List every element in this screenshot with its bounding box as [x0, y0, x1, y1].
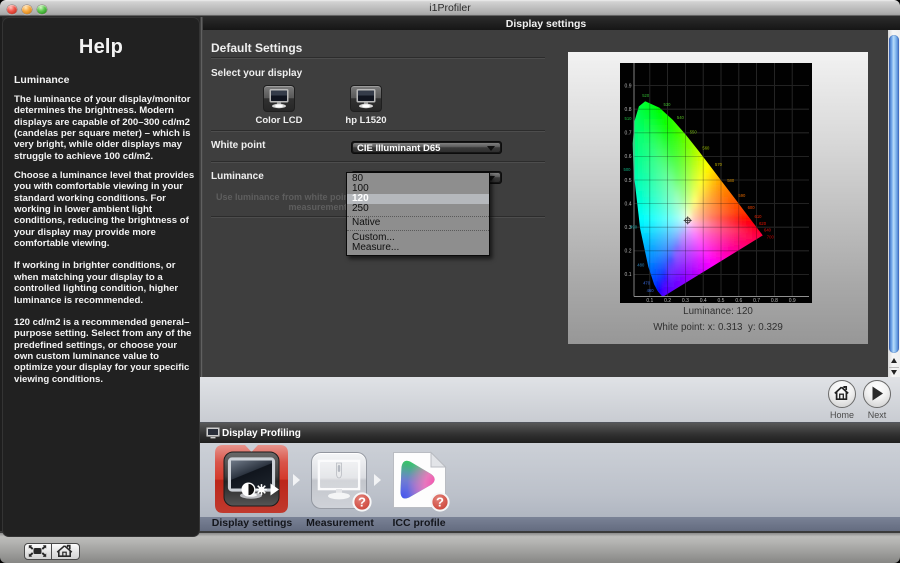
svg-text:0.7: 0.7: [753, 298, 760, 303]
svg-text:580: 580: [727, 178, 735, 183]
svg-text:0.6: 0.6: [625, 154, 632, 160]
svg-text:700: 700: [767, 234, 775, 239]
svg-text:?: ?: [436, 495, 444, 510]
svg-text:0.3: 0.3: [682, 298, 689, 303]
svg-text:520: 520: [642, 93, 650, 98]
svg-text:0.2: 0.2: [625, 249, 632, 255]
svg-text:0.9: 0.9: [789, 298, 796, 303]
svg-text:600: 600: [748, 205, 756, 210]
svg-text:490: 490: [630, 224, 638, 229]
svg-text:0.4: 0.4: [625, 201, 632, 207]
svg-text:0.6: 0.6: [735, 298, 742, 303]
svg-text:470: 470: [643, 280, 651, 285]
svg-text:510: 510: [625, 116, 633, 121]
svg-text:0.8: 0.8: [625, 107, 632, 113]
svg-text:0.4: 0.4: [700, 298, 707, 303]
svg-text:0.5: 0.5: [625, 178, 632, 184]
svg-text:460: 460: [647, 288, 655, 293]
svg-text:0.7: 0.7: [625, 131, 632, 137]
svg-text:570: 570: [715, 162, 723, 167]
svg-text:560: 560: [702, 146, 710, 151]
svg-text:480: 480: [637, 263, 645, 268]
svg-text:0.1: 0.1: [625, 272, 632, 278]
svg-text:540: 540: [677, 115, 685, 120]
svg-text:0.2: 0.2: [664, 298, 671, 303]
svg-text:610: 610: [755, 214, 763, 219]
svg-text:?: ?: [358, 495, 366, 510]
svg-text:0.1: 0.1: [646, 298, 653, 303]
svg-text:0.9: 0.9: [625, 83, 632, 89]
svg-text:530: 530: [664, 102, 672, 107]
svg-text:590: 590: [738, 193, 746, 198]
svg-text:0.5: 0.5: [718, 298, 725, 303]
svg-text:0.8: 0.8: [771, 298, 778, 303]
svg-text:620: 620: [759, 221, 767, 226]
svg-text:640: 640: [764, 228, 772, 233]
svg-text:550: 550: [690, 130, 698, 135]
svg-text:500: 500: [624, 167, 632, 172]
